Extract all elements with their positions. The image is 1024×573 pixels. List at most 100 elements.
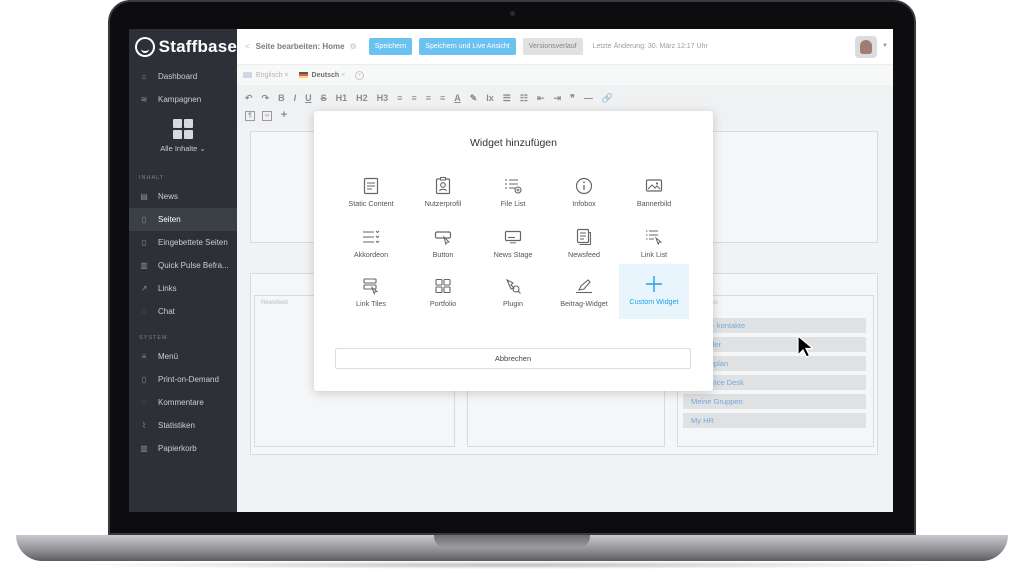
cancel-button[interactable]: Abbrechen [335,348,691,369]
link-tiles-icon [336,275,406,297]
widget-news-stage[interactable]: News Stage [478,220,548,270]
sidebar-item-label: Quick Pulse Befra... [158,261,229,270]
sidebar-item-quick-pulse[interactable]: ▥ Quick Pulse Befra... [129,254,237,277]
widget-label: File List [500,199,526,208]
static-content-icon [336,175,406,197]
dialog-title: Widget hinzufügen [470,137,557,149]
sidebar-item-menu[interactable]: ≡ Menü [129,345,237,368]
news-stage-icon [478,226,548,248]
screen: Staffbase ⌂ Dashboard ≋ Kampagnen Alle Inh… [129,29,893,512]
widget-label: Infobox [572,199,596,208]
chat-icon: ◌ [141,307,147,316]
sidebar-item-label: Statistiken [158,421,195,430]
sidebar: Staffbase ⌂ Dashboard ≋ Kampagnen Alle Inh… [129,29,237,512]
widget-custom[interactable]: Custom Widget [619,264,689,319]
sidebar-item-label: Chat [158,307,175,316]
news-icon: ▤ [140,192,148,201]
logo[interactable]: Staffbase [129,29,237,65]
banner-image-icon [619,175,689,197]
sidebar-item-news[interactable]: ▤ News [129,185,237,208]
sidebar-item-chat[interactable]: ◌ Chat [129,300,237,323]
widget-label: Nutzerprofil [424,199,462,208]
widget-static-content[interactable]: Static Content [336,169,406,219]
pulse-icon: ▥ [140,261,148,270]
laptop-shadow [60,561,964,569]
newsfeed-icon [549,226,619,248]
sidebar-item-kampagnen[interactable]: ≋ Kampagnen [129,88,237,111]
widget-infobox[interactable]: Infobox [549,169,619,219]
sidebar-item-papierkorb[interactable]: ▥ Papierkorb [129,437,237,460]
widget-plugin[interactable]: Plugin [478,269,548,319]
all-content-label: Alle Inhalte ⌄ [160,144,206,153]
file-list-icon [478,175,548,197]
accordion-icon [336,226,406,248]
megaphone-icon: ≋ [140,95,148,104]
camera-icon [510,11,515,16]
widget-link-list[interactable]: Link List [619,220,689,270]
trash-icon: ▥ [140,444,148,453]
widget-accordion[interactable]: Akkordeon [336,220,406,270]
sidebar-item-label: Print-on-Demand [158,375,219,384]
mouse-pointer-icon [797,335,813,358]
staffbase-logo-icon [135,37,155,57]
widget-label: Newsfeed [568,250,600,259]
sidebar-item-seiten[interactable]: ▯ Seiten [129,208,237,231]
stats-icon: ⌇ [142,421,146,430]
sidebar-item-label: Kommentare [158,398,204,407]
sidebar-item-kommentare[interactable]: ◌ Kommentare [129,391,237,414]
comment-icon: ◌ [141,398,147,407]
link-icon: ↗ [140,284,148,293]
sidebar-item-dashboard[interactable]: ⌂ Dashboard [129,65,237,88]
sidebar-item-label: News [158,192,179,201]
print-icon: ▯ [141,375,147,384]
widget-label: Link Tiles [356,299,386,308]
page-icon: ▯ [141,215,147,224]
user-profile-icon [408,175,478,197]
sidebar-item-label: Seiten [158,215,181,224]
sidebar-item-eingebettete-seiten[interactable]: ▯ Eingebettete Seiten [129,231,237,254]
link-list-icon [619,226,689,248]
widget-label: Custom Widget [629,297,679,306]
widget-label: Bannerbild [636,199,672,208]
sidebar-item-links[interactable]: ↗ Links [129,277,237,300]
widget-label: Akkordeon [353,250,389,259]
sidebar-item-statistiken[interactable]: ⌇ Statistiken [129,414,237,437]
widget-label: Beitrag-Widget [560,299,608,308]
info-icon [549,175,619,197]
widget-label: Link List [640,250,668,259]
widget-newsfeed[interactable]: Newsfeed [549,220,619,270]
plugin-icon [478,275,548,297]
widget-portfolio[interactable]: Portfolio [408,269,478,319]
embedded-page-icon: ▯ [141,238,147,247]
laptop-mockup: Staffbase ⌂ Dashboard ≋ Kampagnen Alle Inh… [0,0,1024,573]
widget-banner-image[interactable]: Bannerbild [619,169,689,219]
widget-post[interactable]: Beitrag-Widget [549,269,619,319]
widget-label: News Stage [493,250,533,259]
widget-label: Plugin [503,299,523,308]
menu-icon: ≡ [141,352,147,361]
widget-label: Button [432,250,454,259]
plus-icon [619,273,689,295]
sidebar-item-label: Dashboard [158,72,198,81]
widget-user-profile[interactable]: Nutzerprofil [408,169,478,219]
widget-label: Static Content [348,199,394,208]
logo-text: Staffbase [158,37,237,56]
sidebar-item-label: Eingebettete Seiten [158,238,228,247]
laptop-notch [434,535,590,548]
widget-file-list[interactable]: File List [478,169,548,219]
section-label-system: SYSTEM [139,335,168,341]
button-icon [408,226,478,248]
portfolio-icon [408,275,478,297]
sidebar-item-label: Links [158,284,177,293]
sidebar-item-label: Menü [158,352,179,361]
sidebar-item-label: Kampagnen [158,95,202,104]
all-content-switcher[interactable]: Alle Inhalte ⌄ [129,111,237,171]
widget-link-tiles[interactable]: Link Tiles [336,269,406,319]
sidebar-item-print[interactable]: ▯ Print-on-Demand [129,368,237,391]
section-label-content: INHALT [139,175,165,181]
widget-button[interactable]: Button [408,220,478,270]
post-widget-icon [549,275,619,297]
add-widget-dialog: Widget hinzufügen Static Content Nutzerp… [314,111,713,391]
sidebar-item-label: Papierkorb [158,444,197,453]
home-icon: ⌂ [141,72,147,81]
